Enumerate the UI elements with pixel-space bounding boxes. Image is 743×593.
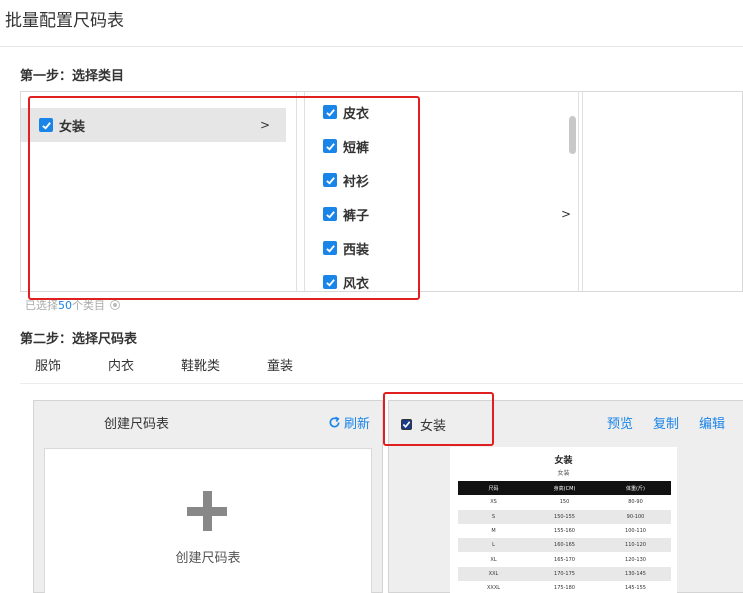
table-row: XXXL 175-180 145-155 [458,581,671,593]
highlight-box [28,96,420,300]
table-header-row: 尺码 身高(CM) 体重(斤) [458,481,671,496]
table-cell: 170-175 [554,570,575,577]
table-cell: XL [490,556,497,563]
selected-suffix: 个类目 [72,299,105,312]
tabs-divider [20,383,743,384]
table-cell: L [492,542,495,549]
table-cell: 150-155 [554,513,575,520]
page-title: 批量配置尺码表 [5,11,124,31]
table-row: M 155-160 100-110 [458,524,671,538]
table-cell: 130-145 [625,570,646,577]
preview-title: 女装 [554,456,573,466]
selected-count: 已选择 50 个类目 [25,297,120,313]
tab-shoes[interactable]: 鞋靴类 [166,355,220,374]
scrollbar-thumb[interactable] [569,116,576,154]
table-cell: XS [490,499,497,506]
table-cell: 165-170 [554,556,575,563]
refresh-icon [329,416,340,428]
header-cell: 体重(斤) [626,485,645,492]
table-cell: 110-120 [625,542,646,549]
tab-apparel[interactable]: 服饰 [20,355,61,374]
chevron-right-icon: > [560,207,571,221]
table-cell: M [491,528,496,535]
category-column-3 [582,92,743,291]
table-cell: XXXL [486,585,501,592]
selected-number: 50 [58,298,72,312]
create-size-chart-card[interactable]: 创建尺码表 [44,448,372,593]
refresh-label: 刷新 [344,417,371,432]
table-cell: 155-160 [554,528,575,535]
preview-subtitle: 女装 [557,470,570,477]
preview-table: 尺码 身高(CM) 体重(斤) XS 150 80-90 S 150-155 9… [458,481,671,593]
copy-link[interactable]: 复制 [653,413,679,432]
table-row: XS 150 80-90 [458,495,671,509]
batch-size-chart-page: 批量配置尺码表 第一步：选择类目 女装 > 皮衣 短裤 衬衫 裤子 > 西装 风… [0,0,743,593]
step1-label: 第一步：选择类目 [20,69,125,84]
tab-kids[interactable]: 童装 [252,355,293,374]
table-cell: S [491,513,496,520]
size-chart-preview: 女装 女装 尺码 身高(CM) 体重(斤) XS 150 80-90 S 150… [450,447,677,593]
header-cell: 尺码 [488,485,499,492]
table-cell: 150 [559,499,570,506]
table-cell: XXL [488,570,499,577]
table-cell: 100-110 [625,528,646,535]
table-row: S 150-155 90-100 [458,509,671,524]
table-cell: 120-130 [625,556,646,563]
plus-icon [187,491,227,531]
table-row: XXL 170-175 130-145 [458,566,671,582]
preview-link[interactable]: 预览 [607,413,633,432]
clear-selection-icon[interactable] [110,300,120,310]
table-cell: 90-100 [626,513,645,520]
title-divider [0,46,743,47]
step2-label: 第二步：选择尺码表 [20,332,138,347]
selected-prefix: 已选择 [25,299,58,312]
highlight-box [383,392,494,446]
table-row: L 160-165 110-120 [458,538,671,553]
edit-link[interactable]: 编辑 [699,413,725,432]
create-panel-title: 创建尺码表 [104,417,170,432]
table-cell: 160-165 [554,542,575,549]
table-cell: 80-90 [628,499,643,506]
header-cell: 身高(CM) [553,485,576,492]
size-chart-tabs: 服饰 内衣 鞋靴类 童装 [20,355,325,374]
tab-underwear[interactable]: 内衣 [93,355,134,374]
refresh-button[interactable]: 刷新 [328,413,370,432]
create-panel: 创建尺码表 刷新 创建尺码表 [33,400,383,593]
table-cell: 145-155 [625,585,646,592]
table-cell: 175-180 [554,585,575,592]
create-size-chart-label: 创建尺码表 [175,551,241,566]
table-row: XL 165-170 120-130 [458,552,671,566]
